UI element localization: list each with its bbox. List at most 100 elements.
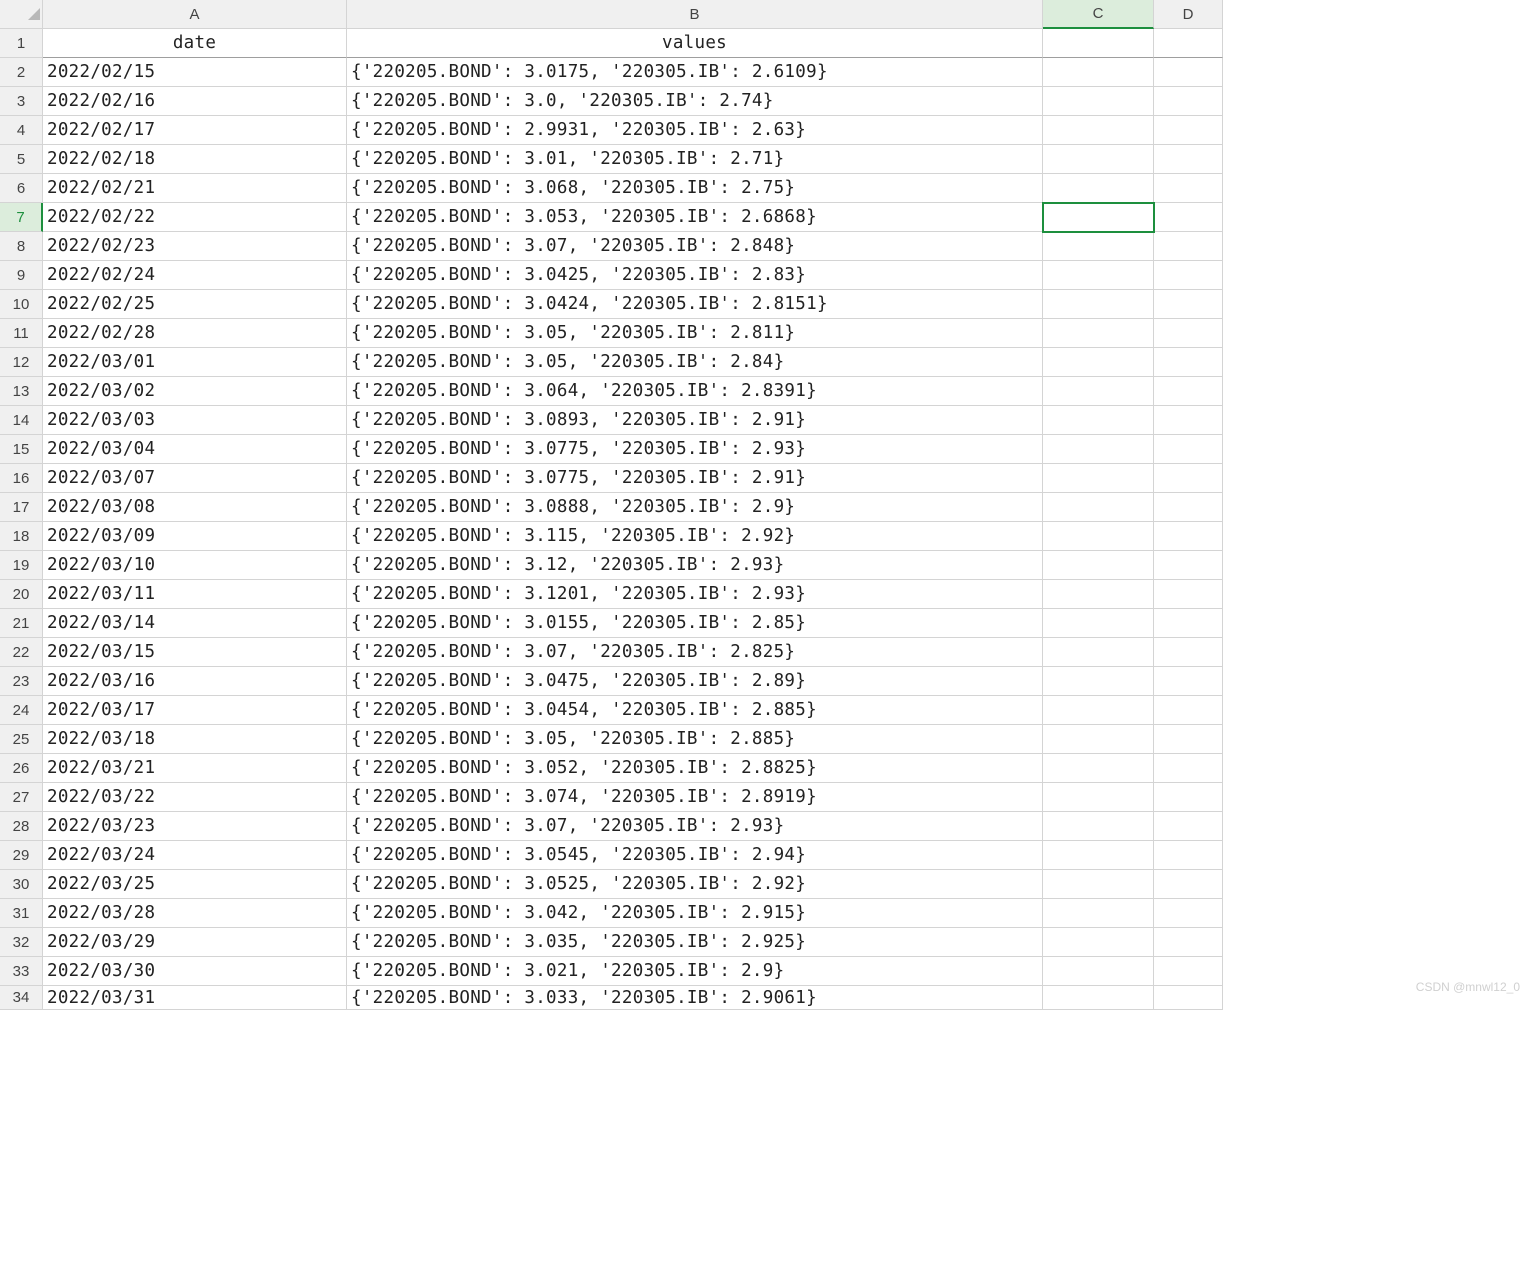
cell-date[interactable]: 2022/03/09 bbox=[43, 522, 347, 551]
cell-empty[interactable] bbox=[1154, 957, 1223, 986]
cell-empty[interactable] bbox=[1043, 232, 1154, 261]
cell-empty[interactable] bbox=[1154, 464, 1223, 493]
cell-date[interactable]: 2022/03/10 bbox=[43, 551, 347, 580]
row-header[interactable]: 18 bbox=[0, 522, 43, 551]
row-header[interactable]: 14 bbox=[0, 406, 43, 435]
row-header[interactable]: 11 bbox=[0, 319, 43, 348]
cell-values[interactable]: {'220205.BOND': 3.0775, '220305.IB': 2.9… bbox=[347, 464, 1043, 493]
cell-date[interactable]: 2022/03/22 bbox=[43, 783, 347, 812]
cell-date[interactable]: 2022/03/25 bbox=[43, 870, 347, 899]
cell-empty[interactable] bbox=[1043, 174, 1154, 203]
cell-empty[interactable] bbox=[1043, 754, 1154, 783]
cell-empty[interactable] bbox=[1154, 870, 1223, 899]
cell-values[interactable]: {'220205.BOND': 3.033, '220305.IB': 2.90… bbox=[347, 986, 1043, 1010]
row-header[interactable]: 26 bbox=[0, 754, 43, 783]
row-header[interactable]: 6 bbox=[0, 174, 43, 203]
cell-empty[interactable] bbox=[1043, 986, 1154, 1010]
cell-empty[interactable] bbox=[1043, 435, 1154, 464]
cell-date[interactable]: 2022/03/28 bbox=[43, 899, 347, 928]
cell-empty[interactable] bbox=[1043, 638, 1154, 667]
row-header[interactable]: 1 bbox=[0, 29, 43, 58]
cell-values[interactable]: {'220205.BOND': 3.1201, '220305.IB': 2.9… bbox=[347, 580, 1043, 609]
cell-empty[interactable] bbox=[1154, 841, 1223, 870]
cell-date[interactable]: 2022/03/08 bbox=[43, 493, 347, 522]
cell-empty[interactable] bbox=[1154, 145, 1223, 174]
cell-empty[interactable] bbox=[1154, 174, 1223, 203]
cell-date[interactable]: 2022/03/15 bbox=[43, 638, 347, 667]
row-header[interactable]: 2 bbox=[0, 58, 43, 87]
row-header[interactable]: 19 bbox=[0, 551, 43, 580]
cell-values[interactable]: {'220205.BOND': 3.05, '220305.IB': 2.811… bbox=[347, 319, 1043, 348]
cell-empty[interactable] bbox=[1154, 522, 1223, 551]
row-header[interactable]: 32 bbox=[0, 928, 43, 957]
cell-empty[interactable] bbox=[1154, 290, 1223, 319]
cell-date[interactable]: 2022/02/25 bbox=[43, 290, 347, 319]
cell-empty[interactable] bbox=[1043, 464, 1154, 493]
cell-values[interactable]: {'220205.BOND': 3.07, '220305.IB': 2.93} bbox=[347, 812, 1043, 841]
cell-empty[interactable] bbox=[1043, 696, 1154, 725]
cell-empty[interactable] bbox=[1043, 290, 1154, 319]
cell-date[interactable]: 2022/03/02 bbox=[43, 377, 347, 406]
cell-date[interactable]: 2022/03/24 bbox=[43, 841, 347, 870]
cell-values[interactable]: {'220205.BOND': 3.115, '220305.IB': 2.92… bbox=[347, 522, 1043, 551]
row-header[interactable]: 28 bbox=[0, 812, 43, 841]
cell-empty[interactable] bbox=[1154, 493, 1223, 522]
row-header[interactable]: 20 bbox=[0, 580, 43, 609]
row-header[interactable]: 22 bbox=[0, 638, 43, 667]
cell-empty[interactable] bbox=[1043, 928, 1154, 957]
cell-empty[interactable] bbox=[1043, 87, 1154, 116]
row-header[interactable]: 17 bbox=[0, 493, 43, 522]
row-header[interactable]: 3 bbox=[0, 87, 43, 116]
cell-values[interactable]: {'220205.BOND': 3.0175, '220305.IB': 2.6… bbox=[347, 58, 1043, 87]
row-header[interactable]: 4 bbox=[0, 116, 43, 145]
cell-empty[interactable] bbox=[1154, 754, 1223, 783]
row-header[interactable]: 24 bbox=[0, 696, 43, 725]
cell-values[interactable]: {'220205.BOND': 3.0475, '220305.IB': 2.8… bbox=[347, 667, 1043, 696]
cell-date[interactable]: 2022/02/18 bbox=[43, 145, 347, 174]
row-header[interactable]: 30 bbox=[0, 870, 43, 899]
cell-date[interactable]: 2022/02/23 bbox=[43, 232, 347, 261]
cell-empty[interactable] bbox=[1043, 725, 1154, 754]
row-header[interactable]: 5 bbox=[0, 145, 43, 174]
row-header[interactable]: 9 bbox=[0, 261, 43, 290]
cell-date[interactable]: 2022/03/07 bbox=[43, 464, 347, 493]
cell-values[interactable]: {'220205.BOND': 3.07, '220305.IB': 2.825… bbox=[347, 638, 1043, 667]
cell-date[interactable]: 2022/02/15 bbox=[43, 58, 347, 87]
cell-empty[interactable] bbox=[1154, 435, 1223, 464]
row-header[interactable]: 27 bbox=[0, 783, 43, 812]
cell-empty[interactable] bbox=[1043, 377, 1154, 406]
cell-date[interactable]: 2022/03/16 bbox=[43, 667, 347, 696]
cell-empty[interactable] bbox=[1043, 667, 1154, 696]
cell-date[interactable]: 2022/03/29 bbox=[43, 928, 347, 957]
cell-empty[interactable] bbox=[1154, 986, 1223, 1010]
cell-empty[interactable] bbox=[1043, 551, 1154, 580]
cell-empty[interactable] bbox=[1154, 725, 1223, 754]
cell-empty[interactable] bbox=[1154, 783, 1223, 812]
cell-empty[interactable] bbox=[1154, 551, 1223, 580]
cell-date[interactable]: 2022/03/23 bbox=[43, 812, 347, 841]
cell-empty[interactable] bbox=[1154, 928, 1223, 957]
cell-date[interactable]: 2022/03/18 bbox=[43, 725, 347, 754]
row-header[interactable]: 29 bbox=[0, 841, 43, 870]
column-header-B[interactable]: B bbox=[347, 0, 1043, 29]
cell-values[interactable]: {'220205.BOND': 3.064, '220305.IB': 2.83… bbox=[347, 377, 1043, 406]
cell-values[interactable]: {'220205.BOND': 3.0425, '220305.IB': 2.8… bbox=[347, 261, 1043, 290]
cell-values[interactable]: {'220205.BOND': 3.0545, '220305.IB': 2.9… bbox=[347, 841, 1043, 870]
column-header-C[interactable]: C bbox=[1043, 0, 1154, 29]
cell-empty[interactable] bbox=[1043, 145, 1154, 174]
cell-date[interactable]: 2022/03/04 bbox=[43, 435, 347, 464]
row-header[interactable]: 16 bbox=[0, 464, 43, 493]
cell-values[interactable]: {'220205.BOND': 3.0, '220305.IB': 2.74} bbox=[347, 87, 1043, 116]
cell-date[interactable]: 2022/02/17 bbox=[43, 116, 347, 145]
row-header[interactable]: 7 bbox=[0, 203, 43, 232]
cell-values[interactable]: {'220205.BOND': 3.052, '220305.IB': 2.88… bbox=[347, 754, 1043, 783]
cell-empty[interactable] bbox=[1154, 580, 1223, 609]
cell-values[interactable]: {'220205.BOND': 3.12, '220305.IB': 2.93} bbox=[347, 551, 1043, 580]
cell-empty[interactable] bbox=[1043, 203, 1154, 232]
cell-date[interactable]: 2022/03/14 bbox=[43, 609, 347, 638]
cell-empty[interactable] bbox=[1154, 29, 1223, 58]
header-cell-date[interactable]: date bbox=[43, 29, 347, 58]
cell-empty[interactable] bbox=[1154, 609, 1223, 638]
cell-empty[interactable] bbox=[1154, 406, 1223, 435]
cell-empty[interactable] bbox=[1043, 116, 1154, 145]
